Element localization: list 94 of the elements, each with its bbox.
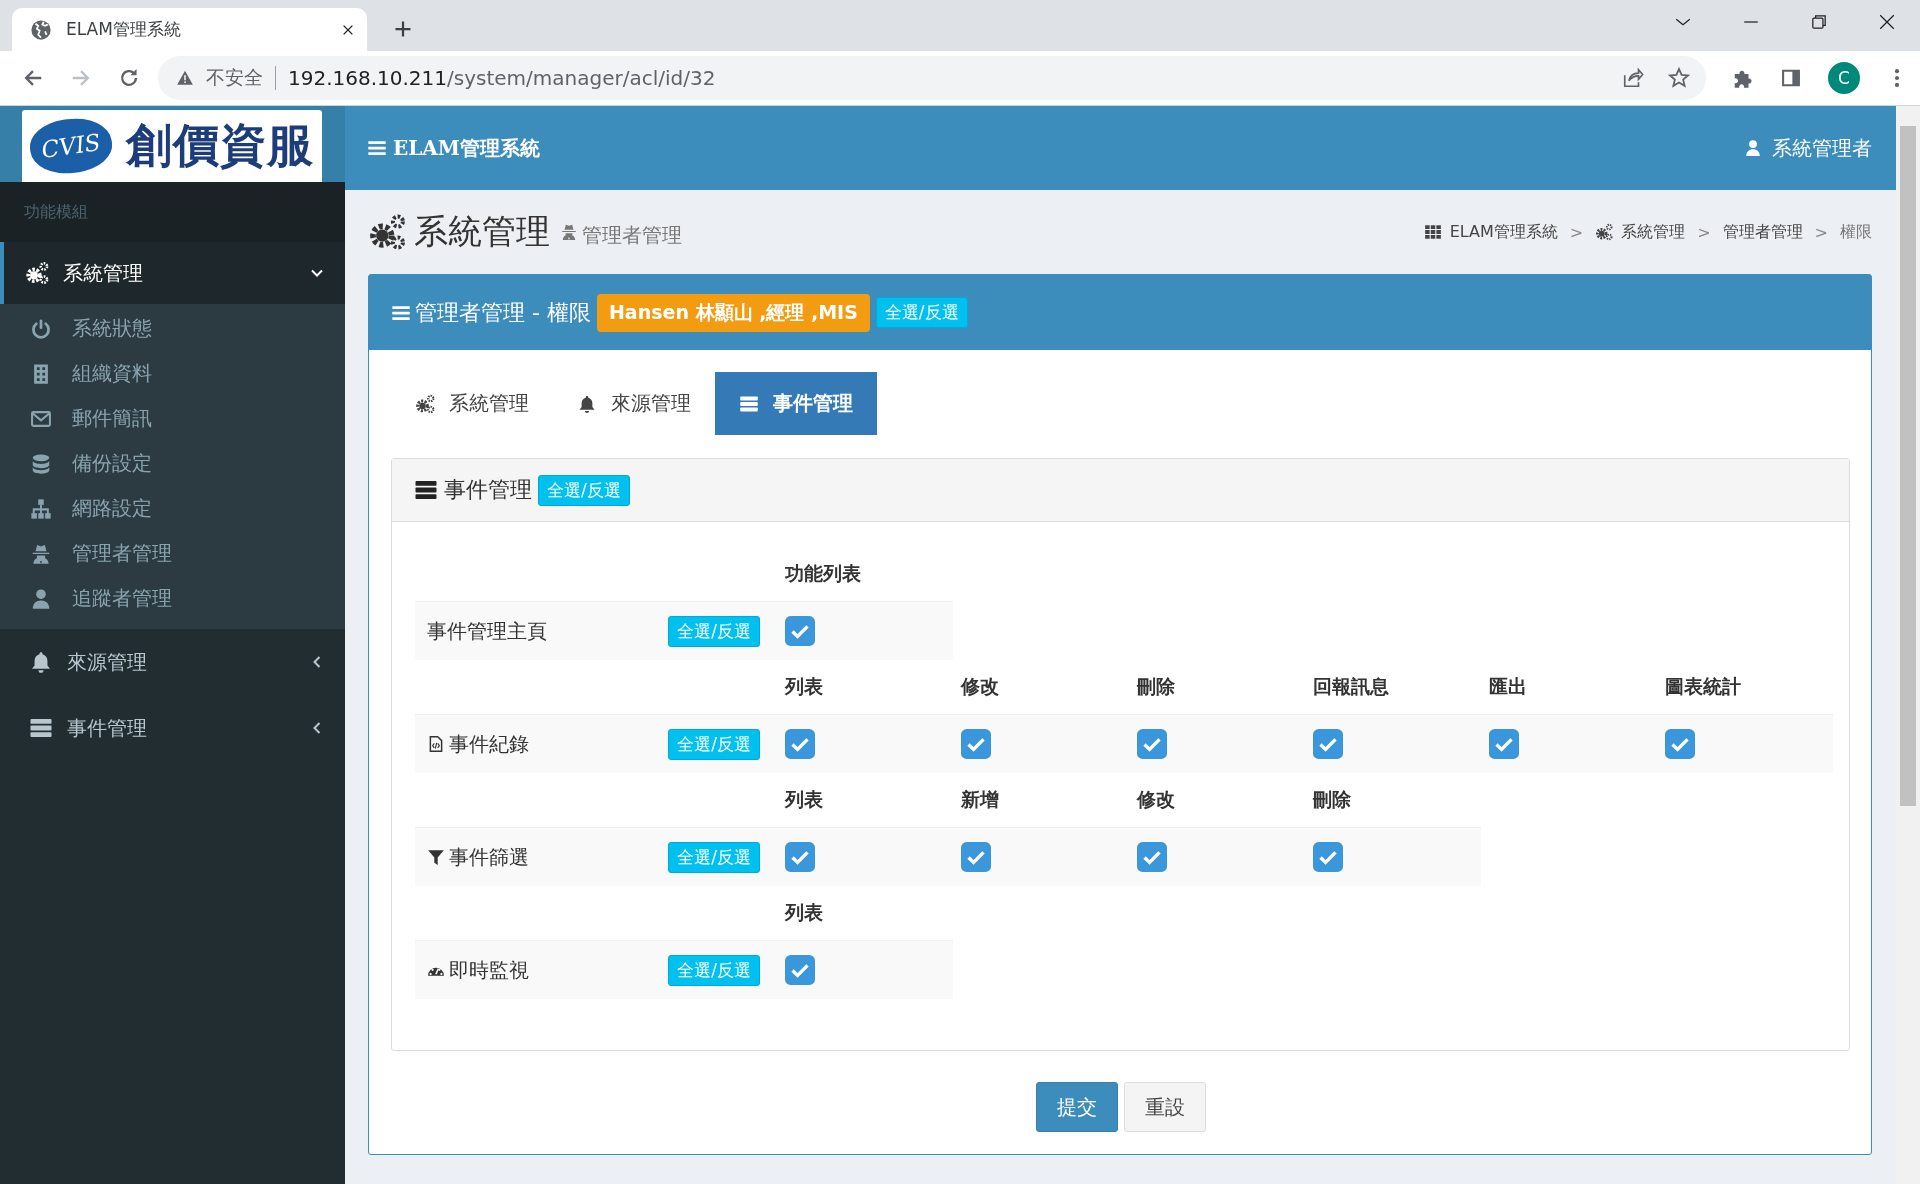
breadcrumb-separator: > [1697,222,1711,242]
gears-icon [368,213,406,251]
bookmark-star-icon[interactable] [1668,67,1691,89]
checkbox[interactable] [1137,729,1167,759]
breadcrumb-link[interactable]: 系統管理 [1621,221,1686,243]
column-header: 刪除 [1313,788,1351,810]
power-icon [30,317,52,340]
gears-icon [25,261,49,285]
list-icon [29,716,53,740]
bell-icon [577,393,597,414]
database-icon [30,452,52,475]
globe-icon [30,18,52,41]
address-bar[interactable]: 不安全 192.168.10.211/system/manager/acl/id/32 [158,56,1707,100]
tab[interactable]: 事件管理 [715,372,877,435]
column-header: 回報訊息 [1313,675,1389,697]
column-header: 刪除 [1137,675,1175,697]
list-icon [414,478,438,502]
breadcrumb-separator: > [1569,222,1584,242]
sidebar-item[interactable]: 事件管理 [0,695,345,761]
spy-icon [560,223,578,241]
spy-icon [30,542,52,565]
sidebar-subitem[interactable]: 網路設定 [0,486,345,531]
sidebar-subitem[interactable]: 系統狀態 [0,306,345,351]
row-label: 事件篩選 [449,843,529,871]
close-icon[interactable] [1878,13,1896,31]
column-header: 功能列表 [785,562,861,584]
tab-title: ELAM管理系統 [66,18,182,41]
user-icon [1744,139,1762,157]
checkbox[interactable] [961,842,991,872]
column-header: 匯出 [1489,675,1527,697]
new-tab-icon[interactable] [393,19,413,39]
sidebar-subitem[interactable]: 追蹤者管理 [0,576,345,621]
checkbox[interactable] [785,729,815,759]
page-subtitle: 管理者管理 [582,221,682,249]
gears-icon [415,393,435,414]
page-title: 系統管理 [414,210,550,253]
breadcrumb-link[interactable]: 管理者管理 [1722,221,1803,243]
row-label: 事件管理主頁 [427,617,547,645]
column-header: 列表 [785,901,823,923]
breadcrumb-link[interactable]: ELAM管理系統 [1449,221,1558,243]
sidebar-subitem[interactable]: 郵件簡訊 [0,396,345,441]
sidebar-subitem[interactable]: 組織資料 [0,351,345,396]
user-icon [30,587,52,610]
sidebar-item[interactable]: 來源管理 [0,629,345,695]
reset-button[interactable]: 重設 [1123,1082,1206,1132]
row-label: 事件紀錄 [449,730,529,758]
column-header: 新增 [961,788,999,810]
tab[interactable]: 來源管理 [553,372,715,435]
checkbox[interactable] [1489,729,1519,759]
brand-link[interactable]: ELAM管理系統 [367,134,540,162]
checkbox[interactable] [785,955,815,985]
panel-title: 事件管理 [444,476,532,504]
side-panel-icon[interactable] [1780,67,1803,89]
sidebar-section-label: 功能模組 [24,201,88,223]
reload-icon[interactable] [118,67,140,89]
profile-avatar[interactable]: C [1828,62,1860,94]
sitemap-icon [30,497,52,520]
column-header: 修改 [1137,788,1175,810]
share-icon[interactable] [1622,67,1645,89]
column-header: 列表 [785,675,823,697]
menu-icon [367,138,387,158]
logo-name: 創價資服 [126,117,314,174]
breadcrumb-current: 權限 [1840,221,1872,243]
checkbox[interactable] [1313,729,1343,759]
checkbox[interactable] [961,729,991,759]
checkbox[interactable] [1137,842,1167,872]
checkbox[interactable] [1313,842,1343,872]
checkbox[interactable] [1665,729,1695,759]
browser-tab[interactable]: ELAM管理系統 [12,8,367,51]
grid-icon [1423,223,1442,241]
warning-icon [176,69,194,87]
user-menu[interactable]: 系統管理者 [1744,134,1872,162]
column-header: 列表 [785,788,823,810]
security-label: 不安全 [206,65,263,90]
sidebar-item[interactable]: 系統管理 [0,242,345,304]
tab[interactable]: 系統管理 [391,372,553,435]
sidebar-subitem[interactable]: 管理者管理 [0,531,345,576]
row-label: 即時監視 [449,956,529,984]
checkbox[interactable] [785,616,815,646]
bell-icon [29,650,53,674]
sidebar-subitem[interactable]: 備份設定 [0,441,345,486]
restore-icon[interactable] [1810,13,1828,31]
user-badge: Hansen 林顯山 ,經理 ,MIS [596,293,870,332]
column-header: 圖表統計 [1665,675,1741,697]
column-header: 修改 [961,675,999,697]
checkbox[interactable] [785,842,815,872]
submit-button[interactable]: 提交 [1035,1082,1118,1132]
breadcrumb-separator: > [1814,222,1828,242]
url-text: 192.168.10.211/system/manager/acl/id/32 [288,66,716,90]
box-title: 管理者管理 - 權限 [415,298,591,327]
filter-icon [427,848,445,866]
logo[interactable]: CVIS 創價資服 [22,110,322,182]
gears-icon [1595,223,1614,241]
code-file-icon [427,735,445,753]
